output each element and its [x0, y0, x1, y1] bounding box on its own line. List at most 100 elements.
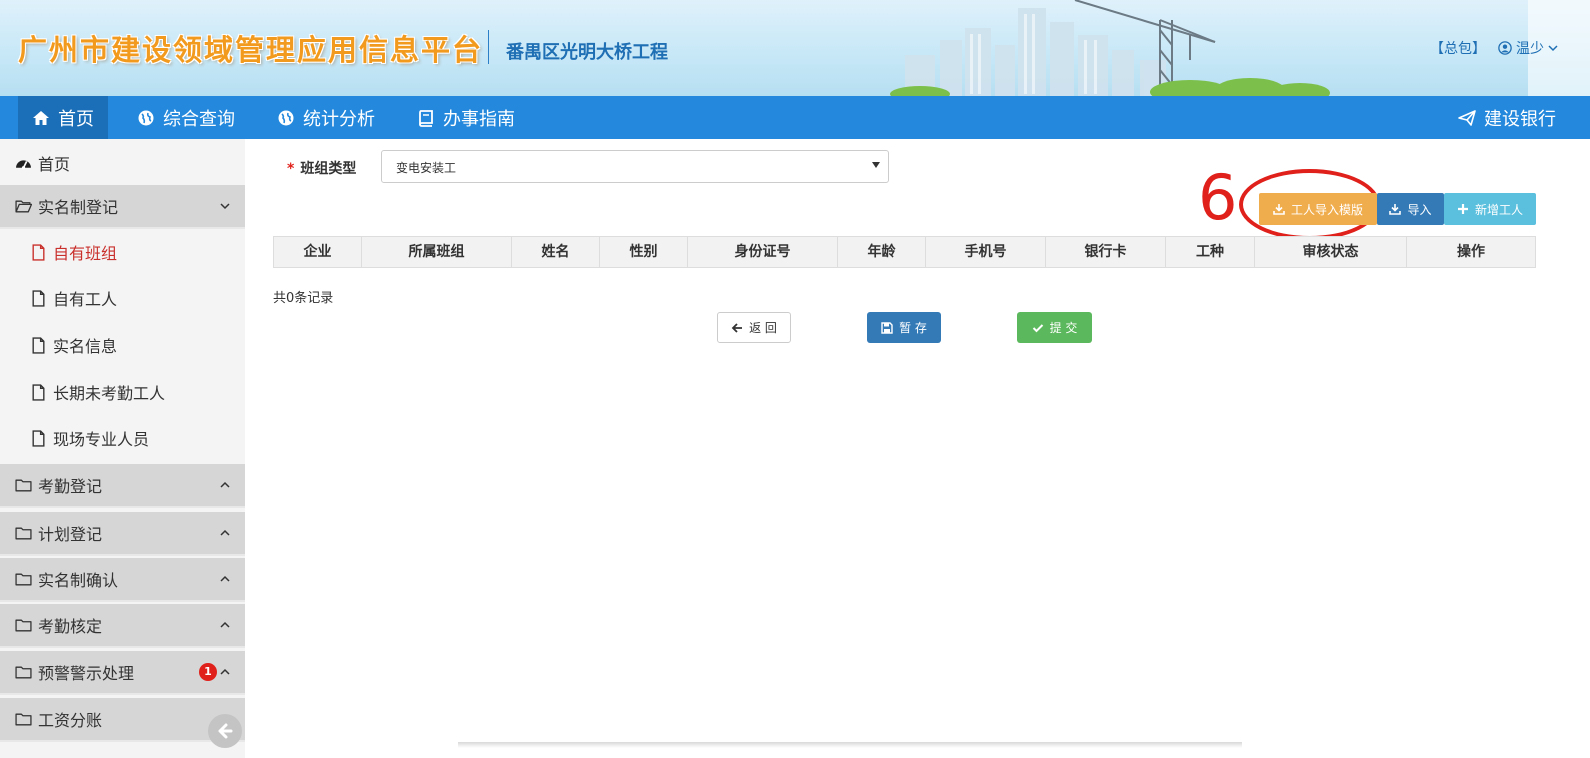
sidebar-group-realname[interactable]: 实名制登记 [0, 185, 245, 229]
column-header[interactable]: 性别 [600, 237, 688, 267]
chevron-up-icon [220, 621, 230, 628]
team-type-value: 变电安装工 [396, 161, 457, 175]
file-icon [32, 336, 45, 354]
sidebar-collapse-button[interactable] [208, 714, 242, 748]
column-header[interactable]: 年龄 [838, 237, 926, 267]
sidebar-item-label: 自有工人 [53, 290, 118, 309]
header-user-area: 【总包】 温少 [1430, 38, 1558, 58]
nav-home[interactable]: 首页 [18, 96, 108, 139]
chevron-up-icon [220, 575, 230, 582]
role-label[interactable]: 【总包】 [1430, 38, 1486, 58]
nav-query[interactable]: 综合查询 [123, 96, 249, 139]
sidebar-item-label: 现场专业人员 [53, 430, 150, 449]
download-template-label: 工人导入模版 [1290, 202, 1363, 217]
user-menu[interactable]: 温少 [1498, 38, 1558, 58]
sidebar-item-label: 首页 [38, 155, 71, 174]
sidebar-group-label: 考勤核定 [38, 617, 103, 636]
app-header: 广州市建设领域管理应用信息平台 番禺区光明大桥工程 【总包】 温少 [0, 0, 1590, 96]
folder-icon [15, 666, 32, 678]
add-worker-button[interactable]: 新增工人 [1444, 193, 1536, 225]
nav-home-label: 首页 [58, 108, 94, 130]
folder-icon [15, 573, 32, 585]
chevron-up-icon [220, 668, 230, 675]
nav-bank-label: 建设银行 [1484, 108, 1556, 130]
sidebar-group-attendance-verify[interactable]: 考勤核定 [0, 604, 245, 648]
chevron-up-icon [220, 529, 230, 536]
column-header[interactable]: 姓名 [512, 237, 600, 267]
column-header[interactable]: 所属班组 [362, 237, 512, 267]
user-name: 温少 [1516, 41, 1544, 57]
sidebar-item-label: 实名信息 [53, 337, 118, 356]
sidebar-group-label: 预警警示处理 [38, 664, 135, 683]
sidebar: 首页 实名制登记 自有班组 自有工人 实名信息 长期未考勤工人 现场专业人员 考… [0, 139, 245, 758]
save-draft-label: 暂 存 [899, 321, 927, 335]
column-header[interactable]: 企业 [274, 237, 362, 267]
globe-icon [278, 110, 294, 125]
team-type-label: * 班组类型 [287, 158, 356, 178]
arrow-left-icon [218, 723, 233, 739]
top-nav: 首页 综合查询 统计分析 办事指南 建设银行 [0, 96, 1590, 139]
download-icon [1273, 204, 1285, 215]
folder-open-icon [15, 200, 32, 212]
team-type-select[interactable]: 变电安装工 [381, 150, 889, 183]
import-button[interactable]: 导入 [1377, 193, 1444, 225]
floppy-disk-icon [881, 321, 893, 334]
sidebar-group-label: 计划登记 [38, 525, 103, 544]
check-icon [1032, 323, 1043, 332]
file-icon [32, 243, 45, 261]
column-header[interactable]: 手机号 [926, 237, 1046, 267]
sidebar-item-realname-info[interactable]: 实名信息 [0, 323, 245, 367]
column-header[interactable]: 身份证号 [688, 237, 838, 267]
nav-guide-label: 办事指南 [443, 108, 515, 130]
download-template-button[interactable]: 工人导入模版 [1259, 193, 1377, 225]
sidebar-group-label: 实名制登记 [38, 198, 119, 217]
chevron-down-icon [1548, 45, 1558, 52]
sidebar-group-label: 工资分账 [38, 711, 103, 730]
add-worker-label: 新增工人 [1474, 202, 1523, 217]
sidebar-group-attendance[interactable]: 考勤登记 [0, 464, 245, 508]
column-header[interactable]: 银行卡 [1046, 237, 1166, 267]
sidebar-item-label: 自有班组 [53, 244, 118, 263]
site-title: 广州市建设领域管理应用信息平台 [18, 33, 484, 67]
sidebar-group-realname-confirm[interactable]: 实名制确认 [0, 558, 245, 602]
folder-icon [15, 479, 32, 491]
annotation-step-number: 6 [1198, 161, 1238, 234]
sidebar-group-warning[interactable]: 预警警示处理 1 [0, 651, 245, 695]
home-icon [33, 110, 49, 125]
dashboard-icon [16, 159, 31, 169]
sidebar-item-label: 长期未考勤工人 [53, 384, 166, 403]
sidebar-item-home[interactable]: 首页 [0, 141, 245, 185]
folder-icon [15, 619, 32, 631]
nav-bank[interactable]: 建设银行 [1444, 96, 1570, 139]
caret-down-icon [872, 162, 880, 168]
nav-statistics-label: 统计分析 [303, 108, 375, 130]
notification-badge: 1 [199, 663, 217, 681]
arrow-left-icon [731, 322, 743, 333]
sidebar-item-onsite-professionals[interactable]: 现场专业人员 [0, 416, 245, 460]
folder-icon [15, 527, 32, 539]
file-icon [32, 289, 45, 307]
record-count: 共0条记录 [273, 291, 334, 306]
save-draft-button[interactable]: 暂 存 [867, 312, 941, 343]
sidebar-group-label: 实名制确认 [38, 571, 119, 590]
nav-statistics[interactable]: 统计分析 [263, 96, 389, 139]
globe-icon [138, 110, 154, 125]
back-button[interactable]: 返 回 [717, 312, 791, 343]
project-name: 番禺区光明大桥工程 [506, 42, 668, 63]
submit-button[interactable]: 提 交 [1017, 312, 1092, 343]
sidebar-group-plan[interactable]: 计划登记 [0, 512, 245, 556]
import-label: 导入 [1407, 202, 1432, 217]
user-circle-icon [1498, 41, 1512, 55]
column-header[interactable]: 操作 [1407, 237, 1535, 267]
sidebar-item-own-workers[interactable]: 自有工人 [0, 276, 245, 320]
team-type-label-text: 班组类型 [300, 161, 357, 177]
folder-icon [15, 713, 32, 725]
title-divider [488, 30, 489, 64]
chevron-down-icon [220, 203, 230, 210]
column-header[interactable]: 工种 [1166, 237, 1255, 267]
nav-guide[interactable]: 办事指南 [403, 96, 529, 139]
sidebar-item-own-team[interactable]: 自有班组 [0, 230, 245, 274]
column-header[interactable]: 审核状态 [1255, 237, 1407, 267]
sidebar-item-long-absent-workers[interactable]: 长期未考勤工人 [0, 370, 245, 414]
nav-query-label: 综合查询 [163, 108, 235, 130]
